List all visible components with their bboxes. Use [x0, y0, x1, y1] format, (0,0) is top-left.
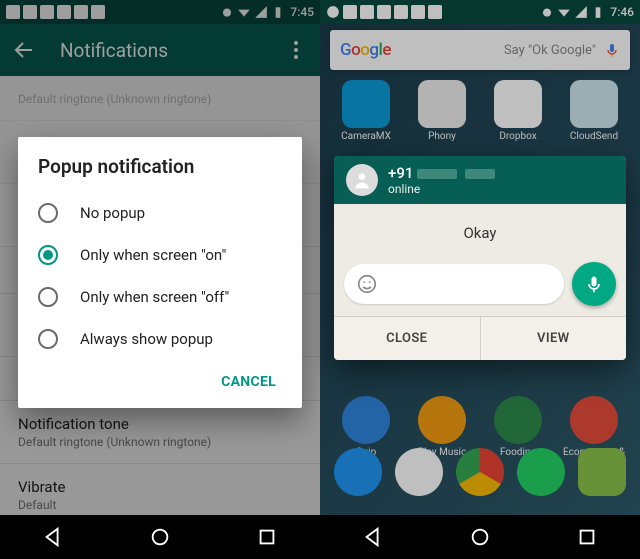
nav-back-icon[interactable]: [42, 526, 64, 548]
voice-message-button[interactable]: [572, 262, 616, 306]
app-cameramx[interactable]: CameraMX: [334, 80, 398, 142]
messenger-icon: [360, 5, 374, 19]
radio-option[interactable]: Only when screen "on": [38, 234, 282, 276]
nav-home-icon[interactable]: [149, 526, 171, 548]
signal-icon: [574, 5, 588, 19]
radio-label: No popup: [80, 204, 145, 222]
cancel-button[interactable]: CANCEL: [215, 366, 282, 398]
clock: 7:46: [610, 5, 634, 19]
radio-off-icon: [38, 329, 58, 349]
app-dropbox[interactable]: Dropbox: [486, 80, 550, 142]
view-button[interactable]: VIEW: [481, 317, 627, 360]
nav-recent-icon[interactable]: [256, 526, 278, 548]
phone-left: 7:45 Notifications Default ringtone (Unk…: [0, 0, 320, 559]
popup-header: +91 online: [334, 156, 626, 204]
nav-back-icon[interactable]: [362, 526, 384, 548]
radio-option[interactable]: No popup: [38, 192, 282, 234]
reply-input[interactable]: [344, 264, 564, 304]
radio-option[interactable]: Always show popup: [38, 318, 282, 360]
dock: [320, 448, 640, 496]
voice-icon[interactable]: [604, 42, 620, 58]
play-store-icon: [428, 5, 442, 19]
app-phony[interactable]: Phony: [410, 80, 474, 142]
contact-name: +91: [388, 164, 495, 182]
phone-right: 7:46 Google Say "Ok Google" CameraMX Pho…: [320, 0, 640, 559]
avatar-icon: [346, 164, 378, 196]
nav-recent-icon[interactable]: [576, 526, 598, 548]
popup-dialog: Popup notification No popup Only when sc…: [18, 137, 302, 408]
dock-chrome[interactable]: [450, 448, 511, 496]
radio-option[interactable]: Only when screen "off": [38, 276, 282, 318]
google-logo: Google: [340, 40, 391, 60]
dock-messages[interactable]: [571, 448, 632, 496]
facebook-icon: [343, 5, 357, 19]
dock-apps[interactable]: [389, 448, 450, 496]
google-hint: Say "Ok Google": [504, 43, 596, 58]
alarm-icon: [540, 5, 554, 19]
whatsapp-popup: +91 online Okay CLOSE VIEW: [334, 156, 626, 360]
app-cloudsend[interactable]: CloudSend: [562, 80, 626, 142]
radio-label: Only when screen "off": [80, 288, 229, 306]
radio-off-icon: [38, 203, 58, 223]
radio-label: Only when screen "on": [80, 246, 226, 264]
popup-message: Okay: [334, 204, 626, 262]
dialog-title: Popup notification: [38, 155, 282, 178]
radio-label: Always show popup: [80, 330, 213, 348]
radio-off-icon: [38, 287, 58, 307]
contact-status: online: [388, 182, 495, 196]
battery-icon: [591, 5, 605, 19]
dominos-icon: [394, 5, 408, 19]
nav-bar-right: [320, 515, 640, 559]
radio-on-icon: [38, 245, 58, 265]
dock-whatsapp[interactable]: [510, 448, 571, 496]
status-bar-right: 7:46: [320, 0, 640, 24]
nav-home-icon[interactable]: [469, 526, 491, 548]
close-button[interactable]: CLOSE: [334, 317, 481, 360]
nav-bar-left: [0, 515, 320, 559]
app-row-top: CameraMX Phony Dropbox CloudSend: [320, 80, 640, 142]
wifi-icon: [557, 5, 571, 19]
play-store-icon: [411, 5, 425, 19]
gallery-icon: [377, 5, 391, 19]
emoji-icon[interactable]: [356, 273, 378, 295]
dock-phone[interactable]: [328, 448, 389, 496]
google-searchbar[interactable]: Google Say "Ok Google": [330, 30, 630, 70]
whatsapp-icon: [326, 5, 340, 19]
